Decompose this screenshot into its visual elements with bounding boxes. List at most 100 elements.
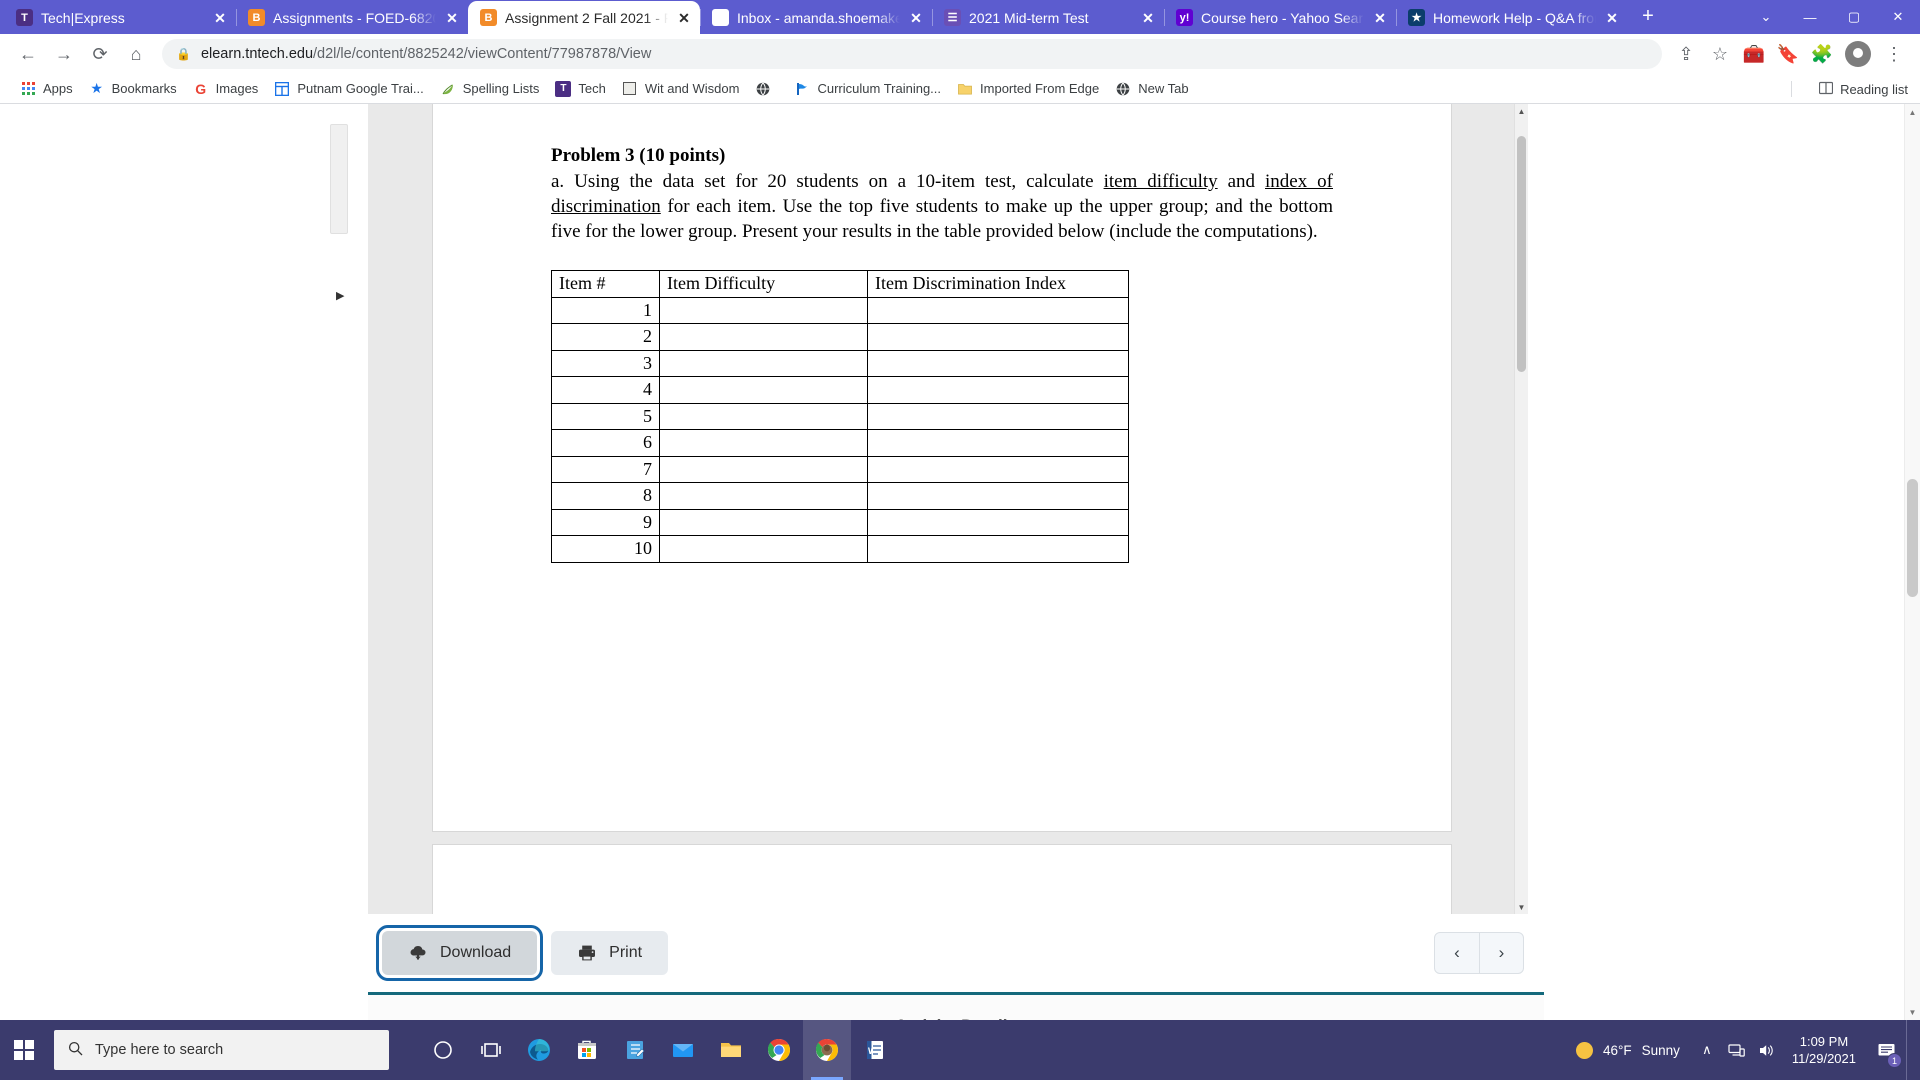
home-button[interactable]: ⌂ <box>118 38 154 70</box>
extension-icon-1[interactable]: 🧰 <box>1738 38 1770 70</box>
back-button[interactable]: ← <box>10 38 46 70</box>
page-scroll-up-icon[interactable]: ▲ <box>1905 104 1920 120</box>
bookmark-new-tab[interactable]: New Tab <box>1107 78 1196 100</box>
search-placeholder: Type here to search <box>95 1042 224 1058</box>
maximize-button[interactable]: ▢ <box>1832 0 1876 34</box>
volume-icon[interactable] <box>1752 1020 1782 1080</box>
left-panel-handle[interactable] <box>330 124 348 234</box>
extension-icon-2[interactable]: 🔖 <box>1772 38 1804 70</box>
bookmark-star-icon[interactable]: ☆ <box>1704 38 1736 70</box>
next-page-button[interactable]: › <box>1479 933 1523 973</box>
tab-close-icon[interactable]: ✕ <box>908 10 924 26</box>
browser-tab-0[interactable]: T Tech|Express ✕ <box>4 1 236 34</box>
file-explorer-icon[interactable] <box>707 1020 755 1080</box>
notification-center-button[interactable]: 1 <box>1866 1020 1906 1080</box>
new-tab-button[interactable]: + <box>1634 3 1662 31</box>
browser-tab-3[interactable]: M Inbox - amanda.shoemake@sm ✕ <box>700 1 932 34</box>
scroll-up-arrow-icon[interactable]: ▲ <box>1515 104 1528 118</box>
bookmark-tech[interactable]: T Tech <box>547 78 613 100</box>
chrome-active-window-icon[interactable] <box>803 1020 851 1080</box>
bookmark-apps[interactable]: Apps <box>12 78 81 100</box>
tab-title: 2021 Mid-term Test <box>969 9 1089 26</box>
tab-search-caret-icon[interactable]: ⌄ <box>1744 0 1788 34</box>
share-icon[interactable]: ⇪ <box>1670 38 1702 70</box>
minimize-button[interactable]: — <box>1788 0 1832 34</box>
show-desktop-button[interactable] <box>1906 1020 1912 1080</box>
browser-tab-5[interactable]: y! Course hero - Yahoo Search Res ✕ <box>1164 1 1396 34</box>
tab-close-icon[interactable]: ✕ <box>1372 10 1388 26</box>
cell-item-number: 4 <box>551 376 660 404</box>
start-button[interactable] <box>0 1020 48 1080</box>
cell-discrimination <box>867 402 1129 431</box>
bookmark-label: Bookmarks <box>111 81 177 96</box>
page-scroll-down-icon[interactable]: ▼ <box>1905 1004 1920 1020</box>
network-icon[interactable] <box>1722 1020 1752 1080</box>
chrome-menu-icon[interactable]: ⋮ <box>1878 38 1910 70</box>
taskbar-search-input[interactable]: Type here to search <box>54 1030 389 1070</box>
page-scroll-thumb[interactable] <box>1907 479 1918 597</box>
microsoft-edge-icon[interactable] <box>515 1020 563 1080</box>
cell-item-number: 8 <box>551 482 660 510</box>
task-view-icon[interactable] <box>467 1020 515 1080</box>
google-chrome-icon[interactable] <box>755 1020 803 1080</box>
forward-button[interactable]: → <box>46 38 82 70</box>
document-scroll-thumb[interactable] <box>1517 136 1526 372</box>
bookmark-spelling-lists[interactable]: Spelling Lists <box>432 78 548 100</box>
taskbar-clock[interactable]: 1:09 PM 11/29/2021 <box>1782 1033 1866 1067</box>
printer-icon <box>577 943 597 963</box>
bookmark-curriculum-training[interactable]: Curriculum Training... <box>786 78 949 100</box>
url-host: elearn.tntech.edu <box>200 46 314 62</box>
reload-button[interactable]: ⟳ <box>82 38 118 70</box>
print-button[interactable]: Print <box>551 931 669 975</box>
bookmark-images[interactable]: G Images <box>185 78 267 100</box>
cell-difficulty <box>659 535 868 563</box>
tab-close-icon[interactable]: ✕ <box>676 10 692 26</box>
microsoft-word-icon[interactable]: W <box>851 1020 899 1080</box>
tab-title: Course hero - Yahoo Search Res <box>1201 9 1364 26</box>
activity-details-section: Activity Details <box>368 992 1544 1020</box>
document-scrollbar[interactable]: ▲ ▼ <box>1514 104 1528 914</box>
bookmark-bookmarks[interactable]: ★ Bookmarks <box>81 78 185 100</box>
tray-expand-chevron-icon[interactable]: ∧ <box>1692 1020 1722 1080</box>
browser-tab-6[interactable]: ★ Homework Help - Q&A from On ✕ <box>1396 1 1628 34</box>
bookmark-wit-and-wisdom[interactable]: Wit and Wisdom <box>614 78 748 100</box>
address-bar[interactable]: 🔒 elearn.tntech.edu/d2l/le/content/88252… <box>162 39 1662 69</box>
tab-title: Assignment 2 Fall 2021 - FOED- <box>505 9 668 26</box>
extension-icon-3[interactable]: 🧩 <box>1806 38 1838 70</box>
tab-close-icon[interactable]: ✕ <box>1604 10 1620 26</box>
onenote-icon[interactable] <box>611 1020 659 1080</box>
browser-tab-4[interactable]: ☰ 2021 Mid-term Test ✕ <box>932 1 1164 34</box>
profile-avatar[interactable] <box>1845 41 1871 67</box>
tech-shield-icon: T <box>555 80 572 97</box>
notification-badge: 1 <box>1887 1053 1902 1068</box>
browser-tab-2-active[interactable]: B Assignment 2 Fall 2021 - FOED- ✕ <box>468 1 700 34</box>
microsoft-store-icon[interactable] <box>563 1020 611 1080</box>
brightspace-icon: B <box>248 9 265 26</box>
table-row: 2 <box>551 323 1129 351</box>
previous-page-button[interactable]: ‹ <box>1435 933 1479 973</box>
tab-close-icon[interactable]: ✕ <box>212 10 228 26</box>
column-header-item-discrimination-index: Item Discrimination Index <box>867 270 1129 298</box>
expand-panel-arrow-icon[interactable]: ▶ <box>336 289 344 302</box>
tab-close-icon[interactable]: ✕ <box>444 10 460 26</box>
page-scrollbar[interactable]: ▲ ▼ <box>1904 104 1920 1020</box>
bookmark-globe[interactable] <box>747 78 786 100</box>
bookmark-putnam-google-training[interactable]: Putnam Google Trai... <box>266 78 431 100</box>
globe-icon <box>755 81 771 97</box>
browser-window: T Tech|Express ✕ B Assignments - FOED-68… <box>0 0 1920 1020</box>
system-tray: 46°F Sunny ∧ 1:09 PM 11/29/2021 1 <box>1564 1020 1920 1080</box>
weather-widget[interactable]: 46°F Sunny <box>1564 1041 1692 1059</box>
taskbar-pinned-apps: W <box>419 1020 899 1080</box>
bookmark-label: Images <box>215 81 259 96</box>
download-button[interactable]: Download <box>375 925 544 981</box>
mail-icon[interactable] <box>659 1020 707 1080</box>
tab-close-icon[interactable]: ✕ <box>1140 10 1156 26</box>
tech-shield-icon: T <box>16 9 33 26</box>
scroll-down-arrow-icon[interactable]: ▼ <box>1515 900 1528 914</box>
close-window-button[interactable]: ✕ <box>1876 0 1920 34</box>
reading-list-button[interactable]: Reading list <box>1818 74 1908 104</box>
bookmark-folder-imported-from-edge[interactable]: Imported From Edge <box>949 78 1107 100</box>
browser-tab-1[interactable]: B Assignments - FOED-6820-503 ✕ <box>236 1 468 34</box>
cell-discrimination <box>867 455 1129 484</box>
cortana-icon[interactable] <box>419 1020 467 1080</box>
